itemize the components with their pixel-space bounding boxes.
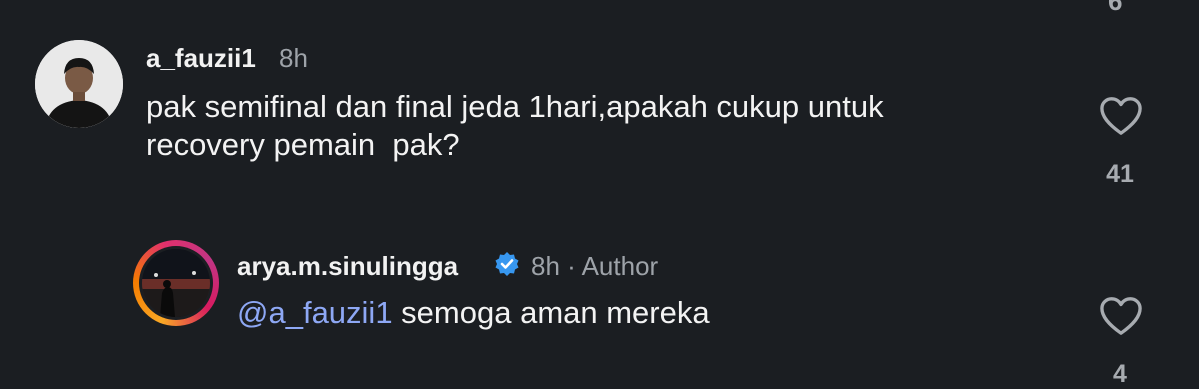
like-heart-icon[interactable] (1098, 95, 1144, 137)
like-count[interactable]: 41 (1090, 160, 1150, 189)
reply-text-body: semoga aman mereka (392, 295, 710, 330)
profile-photo (142, 249, 210, 317)
comment-time: 8h (279, 43, 308, 73)
mention-link[interactable]: @a_fauzii1 (237, 295, 393, 330)
comment-text-line-1: pak semifinal dan final jeda 1hari,apaka… (146, 89, 884, 124)
comment-username[interactable]: a_fauzii1 (146, 43, 256, 74)
reply-time-author: 8h · Author (531, 251, 659, 281)
story-ring[interactable] (133, 240, 219, 326)
profile-photo-icon (142, 249, 210, 317)
like-heart-icon[interactable] (1098, 295, 1144, 337)
avatar[interactable] (35, 40, 123, 128)
comment-text-line-2: recovery pemain pak? (146, 127, 460, 162)
profile-photo-icon (35, 40, 123, 128)
reply-username[interactable]: arya.m.sinulingga (237, 251, 458, 282)
like-count[interactable]: 4 (1090, 360, 1150, 389)
previous-like-count: 6 (1108, 0, 1123, 16)
reply-text: @a_fauzii1 semoga aman mereka (237, 292, 710, 334)
avatar (139, 246, 213, 320)
verified-badge-icon (495, 252, 519, 276)
